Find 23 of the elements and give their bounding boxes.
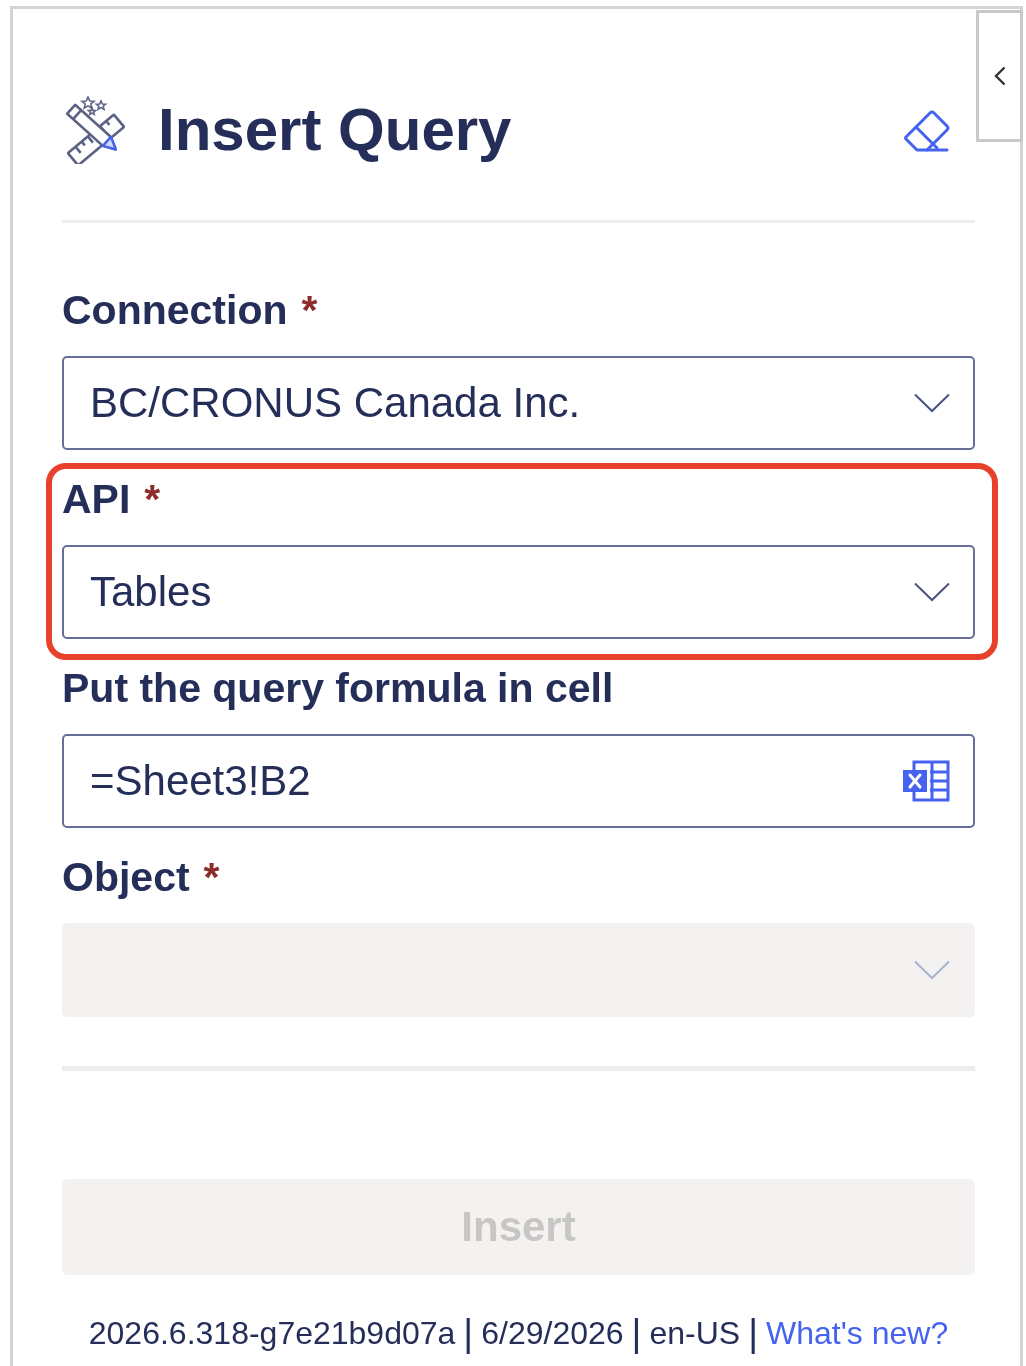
required-asterisk: * — [144, 475, 161, 523]
field-label: Put the query formula in cell — [62, 664, 614, 712]
chevron-down-icon — [914, 393, 950, 413]
chevron-down-icon — [914, 582, 950, 602]
whats-new-link[interactable]: What's new? — [766, 1314, 949, 1352]
dropdown-field[interactable]: BC/CRONUS Canada Inc. — [62, 356, 975, 450]
dropdown-field[interactable]: Tables — [62, 545, 975, 639]
footer-separator: | — [631, 1314, 642, 1352]
required-asterisk: * — [301, 286, 318, 334]
field-label: Connection — [62, 286, 288, 334]
footer-separator: | — [463, 1314, 474, 1352]
footer-text: 2026.6.318-g7e21b9d07a — [88, 1314, 456, 1352]
chevron-down-icon — [914, 960, 950, 980]
required-asterisk: * — [203, 853, 220, 901]
field-label: API — [62, 475, 131, 523]
panel-title: Insert Query — [158, 95, 512, 165]
footer-separator: | — [748, 1314, 759, 1352]
footer-text: en-US — [649, 1314, 741, 1352]
footer-text: 6/29/2026 — [481, 1314, 624, 1352]
field-label: Object — [62, 853, 190, 901]
spreadsheet-icon[interactable] — [902, 760, 950, 802]
cell-reference-field[interactable]: =Sheet3!B2 — [62, 734, 975, 828]
chevron-left-icon — [993, 66, 1006, 86]
